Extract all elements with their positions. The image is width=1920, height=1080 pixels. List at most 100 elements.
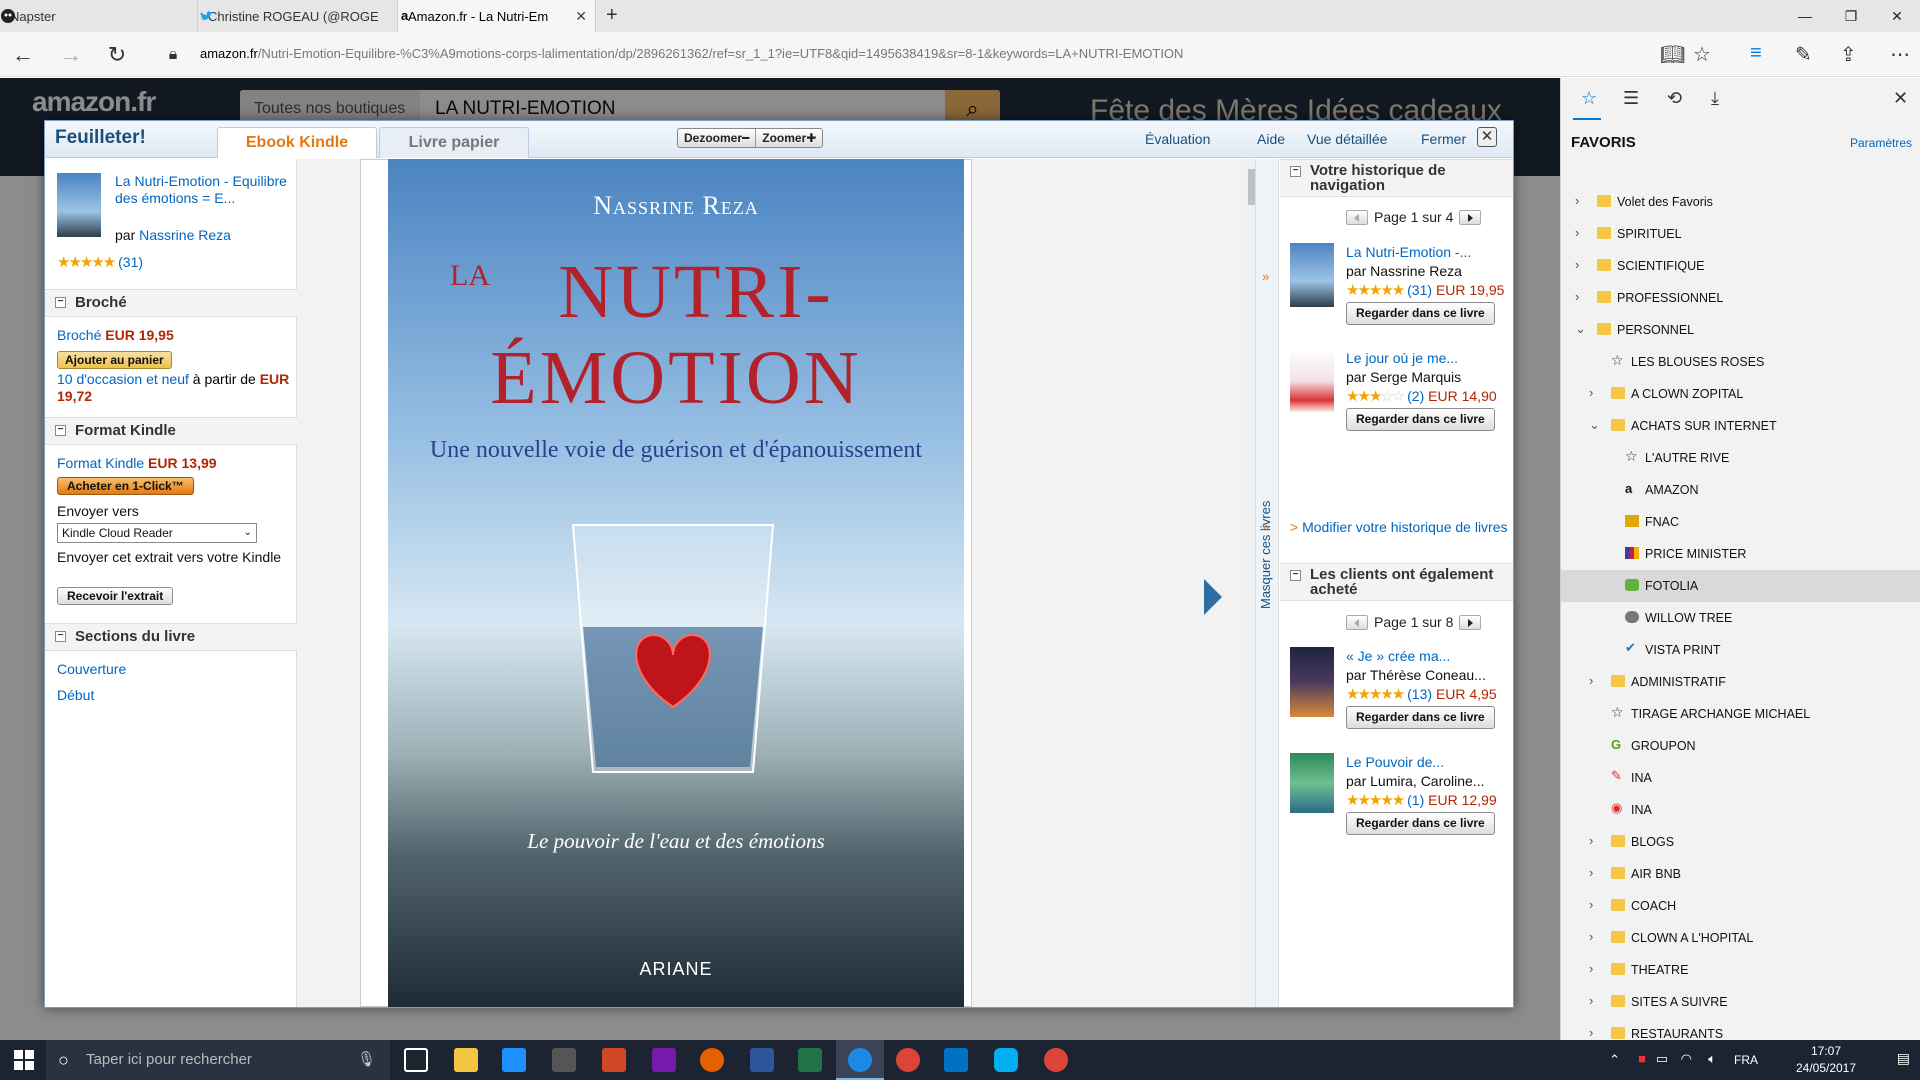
file-explorer-icon[interactable] (454, 1048, 478, 1072)
book-thumbnail[interactable] (57, 173, 101, 237)
kindle-link[interactable]: Format Kindle (57, 455, 144, 471)
close-link[interactable]: Fermer (1421, 131, 1466, 147)
favorite-item[interactable]: › CLOWN A L'HOPITAL (1561, 922, 1920, 954)
favorite-item[interactable]: ☆ L'AUTRE RIVE (1561, 442, 1920, 474)
favorite-item[interactable]: FOTOLIA (1561, 570, 1920, 602)
minimize-icon[interactable]: — (1782, 0, 1828, 32)
favorite-item[interactable]: WILLOW TREE (1561, 602, 1920, 634)
favorite-item[interactable]: › ADMINISTRATIF (1561, 666, 1920, 698)
rating-count[interactable]: (31) (118, 254, 143, 270)
tab-livre-papier[interactable]: Livre papier (379, 127, 529, 158)
downloads-icon[interactable]: ⤓ (1711, 88, 1719, 109)
next-page-button[interactable] (1459, 209, 1482, 225)
microphone-icon[interactable]: 🎙︎ (357, 1040, 376, 1080)
new-tab-button[interactable]: + (606, 4, 618, 27)
chrome-icon[interactable] (896, 1048, 920, 1072)
favorite-item[interactable]: ⌄ ACHATS SUR INTERNET (1561, 410, 1920, 442)
receive-sample-button[interactable]: Recevoir l'extrait (57, 587, 174, 605)
next-page-button[interactable] (1459, 614, 1482, 630)
more-icon[interactable]: ⋯ (1890, 42, 1910, 67)
hide-books-label[interactable]: Masquer ces livres (1258, 501, 1273, 609)
add-to-cart-button[interactable]: Ajouter au panier (57, 351, 172, 369)
firefox-icon[interactable] (700, 1048, 724, 1072)
skype-icon[interactable] (994, 1048, 1018, 1072)
collapse-icon[interactable]: − (1290, 166, 1301, 177)
hub-icon[interactable]: ≡ (1750, 42, 1762, 65)
close-tab-icon[interactable]: ✕ (575, 8, 587, 25)
chevron-right-icon[interactable]: › (1589, 385, 1593, 400)
book-title[interactable]: Le Pouvoir de... (1346, 753, 1516, 772)
chevron-right-icon[interactable]: › (1589, 897, 1593, 912)
network-icon[interactable]: ▭ (1656, 1051, 1668, 1067)
clock-time[interactable]: 17:07 (1786, 1044, 1866, 1058)
favorite-item[interactable]: ☆ TIRAGE ARCHANGE MICHAEL (1561, 698, 1920, 730)
security-icon[interactable]: ■ (1638, 1051, 1646, 1066)
chevron-right-icon[interactable]: › (1589, 993, 1593, 1008)
favorite-item[interactable]: › SITES A SUIVRE (1561, 986, 1920, 1018)
book-thumbnail[interactable] (1290, 243, 1334, 307)
prev-page-button[interactable] (1346, 209, 1368, 225)
favorite-item[interactable]: a AMAZON (1561, 474, 1920, 506)
back-icon[interactable]: ← (8, 40, 38, 70)
share-icon[interactable]: ⇪ (1840, 42, 1857, 67)
book-thumbnail[interactable] (1290, 753, 1334, 813)
book-title[interactable]: « Je » crée ma... (1346, 647, 1516, 666)
chrome-icon-2[interactable] (1044, 1048, 1068, 1072)
look-inside-button[interactable]: Regarder dans ce livre (1346, 408, 1495, 431)
chevron-right-icon[interactable]: › (1589, 673, 1593, 688)
windows-start-icon[interactable] (14, 1050, 34, 1070)
forward-icon[interactable]: → (56, 40, 86, 70)
chevron-right-icon[interactable]: › (1575, 225, 1579, 240)
book-title[interactable]: Le jour où je me... (1346, 349, 1516, 368)
chevron-right-icon[interactable]: › (1589, 1025, 1593, 1040)
zoom-out-button[interactable]: Dezoomer━ (678, 129, 755, 147)
chevron-down-icon[interactable]: ⌄ (1589, 417, 1600, 433)
favorite-item[interactable]: PRICE MINISTER (1561, 538, 1920, 570)
collapse-icon[interactable]: − (55, 297, 66, 308)
favorite-item[interactable]: ✎ INA (1561, 762, 1920, 794)
word-icon[interactable] (750, 1048, 774, 1072)
author-link[interactable]: Nassrine Reza (139, 227, 231, 243)
reading-view-icon[interactable]: 📖︎ (1660, 42, 1685, 67)
favorite-item[interactable]: › BLOGS (1561, 826, 1920, 858)
collapse-icon[interactable]: − (55, 631, 66, 642)
look-inside-button[interactable]: Regarder dans ce livre (1346, 302, 1495, 325)
favorite-item[interactable]: › AIR BNB (1561, 858, 1920, 890)
collapse-icon[interactable]: − (55, 425, 66, 436)
book-title-link[interactable]: La Nutri-Emotion - Equilibre des émotion… (115, 173, 290, 207)
favorite-item[interactable]: › Volet des Favoris (1561, 186, 1920, 218)
collapse-icon[interactable]: − (1290, 570, 1301, 581)
edge-taskbar-button[interactable] (836, 1040, 884, 1080)
chevron-right-icon[interactable]: › (1589, 833, 1593, 848)
app-icon[interactable] (552, 1048, 576, 1072)
also-bought-header[interactable]: − Les clients ont également acheté (1280, 563, 1513, 601)
clock-date[interactable]: 24/05/2017 (1786, 1061, 1866, 1075)
favorite-item[interactable]: ✔ VISTA PRINT (1561, 634, 1920, 666)
favorite-item[interactable]: › SPIRITUEL (1561, 218, 1920, 250)
favorite-item[interactable]: › COACH (1561, 890, 1920, 922)
close-pane-icon[interactable]: ✕ (1893, 88, 1908, 109)
tab-napster[interactable]: Napster (0, 0, 198, 32)
url-field[interactable]: amazon.fr/Nutri-Emotion-Equilibre-%C3%A9… (200, 46, 1183, 61)
chevron-right-icon[interactable]: › (1575, 289, 1579, 304)
rating-count[interactable]: (13) (1407, 686, 1432, 702)
close-window-icon[interactable]: ✕ (1874, 0, 1920, 32)
used-offers-link[interactable]: 10 d'occasion et neuf (57, 371, 189, 387)
history-icon[interactable]: ⟲ (1667, 88, 1682, 109)
restore-icon[interactable]: ❐ (1828, 0, 1874, 32)
chevron-right-icon[interactable]: › (1575, 193, 1579, 208)
broche-link[interactable]: Broché (57, 327, 101, 343)
next-page-arrow[interactable] (1204, 579, 1222, 615)
powerpoint-icon[interactable] (602, 1048, 626, 1072)
help-link[interactable]: Aide (1257, 131, 1285, 147)
settings-link[interactable]: Paramètres (1850, 136, 1912, 150)
zoom-in-button[interactable]: Zoomer✚ (755, 129, 822, 147)
favorite-item[interactable]: › THEATRE (1561, 954, 1920, 986)
look-inside-button[interactable]: Regarder dans ce livre (1346, 706, 1495, 729)
chevron-right-icon[interactable]: › (1575, 257, 1579, 272)
section-link-cover[interactable]: Couverture (57, 661, 126, 677)
tab-amazon[interactable]: a Amazon.fr - La Nutri-Em ✕ (398, 0, 596, 32)
chevron-right-icon[interactable]: › (1589, 961, 1593, 976)
detail-view-link[interactable]: Vue détaillée (1307, 131, 1387, 147)
section-broche-header[interactable]: − Broché (45, 289, 297, 317)
